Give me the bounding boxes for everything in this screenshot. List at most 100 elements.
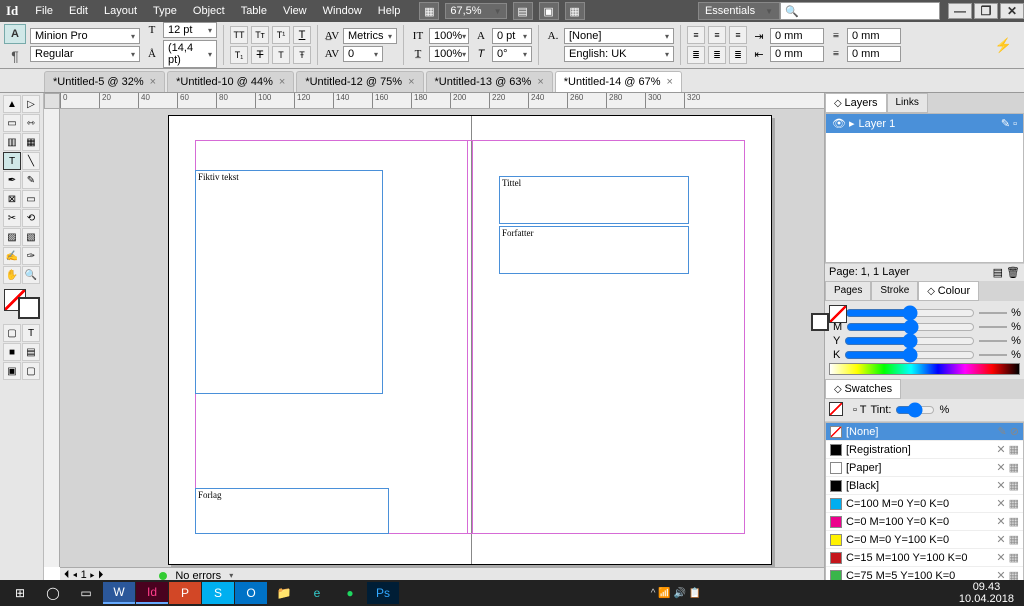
edge-icon[interactable]: e bbox=[301, 582, 333, 604]
apply-color-button[interactable]: ■ bbox=[3, 343, 21, 361]
start-button[interactable]: ⊞ bbox=[4, 582, 36, 604]
menu-object[interactable]: Object bbox=[186, 2, 232, 20]
search-input[interactable]: 🔍 bbox=[780, 2, 940, 20]
doc-tab-3[interactable]: *Untitled-12 @ 75%× bbox=[296, 71, 423, 92]
taskview-icon[interactable]: ▭ bbox=[70, 582, 102, 604]
c-value[interactable] bbox=[979, 312, 1007, 314]
hscale-combo[interactable]: 100%▾ bbox=[429, 46, 469, 62]
powerpoint-icon[interactable]: P bbox=[169, 582, 201, 604]
type-tool[interactable]: T bbox=[3, 152, 21, 170]
gap-tool[interactable]: ⇿ bbox=[22, 114, 40, 132]
preview-button[interactable]: ▢ bbox=[22, 362, 40, 380]
text-frame-forfatter[interactable]: Forfatter bbox=[499, 226, 689, 274]
tracking-combo[interactable]: 0▾ bbox=[343, 46, 383, 62]
gradient-swatch-tool[interactable]: ▨ bbox=[3, 228, 21, 246]
screen-mode-icon[interactable]: ▣ bbox=[539, 2, 559, 20]
swatch-row[interactable]: C=100 M=0 Y=0 K=0✕ ▦ bbox=[826, 495, 1023, 513]
doc-tab-5[interactable]: *Untitled-14 @ 67%× bbox=[555, 71, 682, 92]
spectrum-bar[interactable] bbox=[829, 363, 1020, 375]
content-placer-tool[interactable]: ▦ bbox=[22, 133, 40, 151]
format-container-button[interactable]: ▢ bbox=[3, 324, 21, 342]
free-transform-tool[interactable]: ⟲ bbox=[22, 209, 40, 227]
zoom-combo[interactable]: 67,5%▼ bbox=[445, 3, 506, 19]
scissors-tool[interactable]: ✂ bbox=[3, 209, 21, 227]
close-icon[interactable]: × bbox=[408, 76, 414, 88]
close-icon[interactable]: × bbox=[150, 76, 156, 88]
y-value[interactable] bbox=[979, 340, 1007, 342]
font-style-combo[interactable]: Regular▾ bbox=[30, 46, 140, 62]
tab-swatches[interactable]: ◇ Swatches bbox=[825, 379, 901, 399]
tab-layers[interactable]: ◇ Layers bbox=[825, 93, 887, 113]
arrange-icon[interactable]: ▦ bbox=[565, 2, 585, 20]
allcaps-button[interactable]: TT bbox=[230, 26, 248, 44]
char-mode-button[interactable]: A bbox=[4, 24, 26, 44]
rect-tool[interactable]: ▭ bbox=[22, 190, 40, 208]
content-collector-tool[interactable]: ▥ bbox=[3, 133, 21, 151]
doc-tab-4[interactable]: *Untitled-13 @ 63%× bbox=[426, 71, 553, 92]
selection-tool[interactable]: ▲ bbox=[3, 95, 21, 113]
m-value[interactable] bbox=[979, 326, 1007, 328]
close-icon[interactable]: × bbox=[667, 76, 673, 88]
ligature-button[interactable]: T bbox=[272, 46, 290, 64]
menu-file[interactable]: File bbox=[28, 2, 60, 20]
ruler-origin[interactable] bbox=[44, 93, 60, 109]
swatch-row[interactable]: [Registration]✕ ▦ bbox=[826, 441, 1023, 459]
underline-button[interactable]: T bbox=[293, 26, 311, 44]
indent-right[interactable]: 0 mm bbox=[770, 46, 824, 62]
leading-combo[interactable]: (14,4 pt)▾ bbox=[163, 40, 217, 68]
subscript-button[interactable]: T₁ bbox=[230, 46, 248, 64]
swatch-row[interactable]: C=0 M=100 Y=0 K=0✕ ▦ bbox=[826, 513, 1023, 531]
swatch-row[interactable]: C=0 M=0 Y=100 K=0✕ ▦ bbox=[826, 531, 1023, 549]
parastyle-combo[interactable]: [None]▾ bbox=[564, 28, 674, 44]
minimize-button[interactable]: — bbox=[948, 3, 972, 19]
font-family-combo[interactable]: Minion Pro▾ bbox=[30, 28, 140, 44]
k-value[interactable] bbox=[979, 354, 1007, 356]
tab-pages[interactable]: Pages bbox=[825, 281, 871, 301]
spotify-icon[interactable]: ● bbox=[334, 582, 366, 604]
space-after[interactable]: 0 mm bbox=[847, 46, 901, 62]
menu-layout[interactable]: Layout bbox=[97, 2, 144, 20]
horizontal-ruler[interactable]: 0204060801001201401601802002202402602803… bbox=[60, 93, 824, 109]
rect-frame-tool[interactable]: ⊠ bbox=[3, 190, 21, 208]
smallcaps-button[interactable]: Tᴛ bbox=[251, 26, 269, 44]
view-options-icon[interactable]: ▤ bbox=[513, 2, 533, 20]
close-icon[interactable]: × bbox=[279, 76, 285, 88]
justify-right-button[interactable]: ≣ bbox=[729, 46, 747, 64]
align-center-button[interactable]: ≡ bbox=[708, 26, 726, 44]
swatch-row[interactable]: [Black]✕ ▦ bbox=[826, 477, 1023, 495]
tint-slider[interactable] bbox=[895, 402, 935, 418]
c-slider[interactable] bbox=[845, 308, 975, 318]
eyedropper-tool[interactable]: ✑ bbox=[22, 247, 40, 265]
baseline-combo[interactable]: 0 pt▾ bbox=[492, 28, 532, 44]
language-combo[interactable]: English: UK▾ bbox=[564, 46, 674, 62]
doc-tab-2[interactable]: *Untitled-10 @ 44%× bbox=[167, 71, 294, 92]
tab-stroke[interactable]: Stroke bbox=[871, 281, 918, 301]
menu-window[interactable]: Window bbox=[316, 2, 369, 20]
text-frame-fiktiv[interactable]: Fiktiv tekst bbox=[195, 170, 383, 394]
format-text-button[interactable]: T bbox=[22, 324, 40, 342]
menu-edit[interactable]: Edit bbox=[62, 2, 95, 20]
justify-left-button[interactable]: ≣ bbox=[687, 46, 705, 64]
outlook-icon[interactable]: O bbox=[235, 582, 267, 604]
cortana-icon[interactable]: ◯ bbox=[37, 582, 69, 604]
pasteboard[interactable]: Fiktiv tekst Tittel Forfatter Forlag bbox=[60, 109, 824, 567]
photoshop-icon[interactable]: Ps bbox=[367, 582, 399, 604]
para-mode-button[interactable]: ¶ bbox=[4, 46, 26, 66]
strike-button[interactable]: T bbox=[251, 46, 269, 64]
maximize-button[interactable]: ❐ bbox=[974, 3, 998, 19]
bridge-icon[interactable]: ▦ bbox=[419, 2, 439, 20]
menu-help[interactable]: Help bbox=[371, 2, 408, 20]
gradient-feather-tool[interactable]: ▧ bbox=[22, 228, 40, 246]
swatch-row[interactable]: C=15 M=100 Y=100 K=0✕ ▦ bbox=[826, 549, 1023, 567]
fill-stroke-proxy[interactable] bbox=[4, 289, 40, 319]
system-tray[interactable]: ^ 📶 🔊 📋 bbox=[651, 588, 701, 599]
tab-links[interactable]: Links bbox=[887, 93, 928, 113]
clock[interactable]: 09.43 10.04.2018 bbox=[959, 581, 1020, 605]
menu-view[interactable]: View bbox=[276, 2, 314, 20]
indent-left[interactable]: 0 mm bbox=[770, 28, 824, 44]
align-right-button[interactable]: ≡ bbox=[729, 26, 747, 44]
superscript-button[interactable]: T¹ bbox=[272, 26, 290, 44]
k-slider[interactable] bbox=[844, 350, 975, 360]
layer-row[interactable]: 👁 ▸ Layer 1✎ ▫ bbox=[826, 114, 1023, 133]
new-layer-button[interactable]: ▤ 🗑 bbox=[993, 266, 1020, 279]
